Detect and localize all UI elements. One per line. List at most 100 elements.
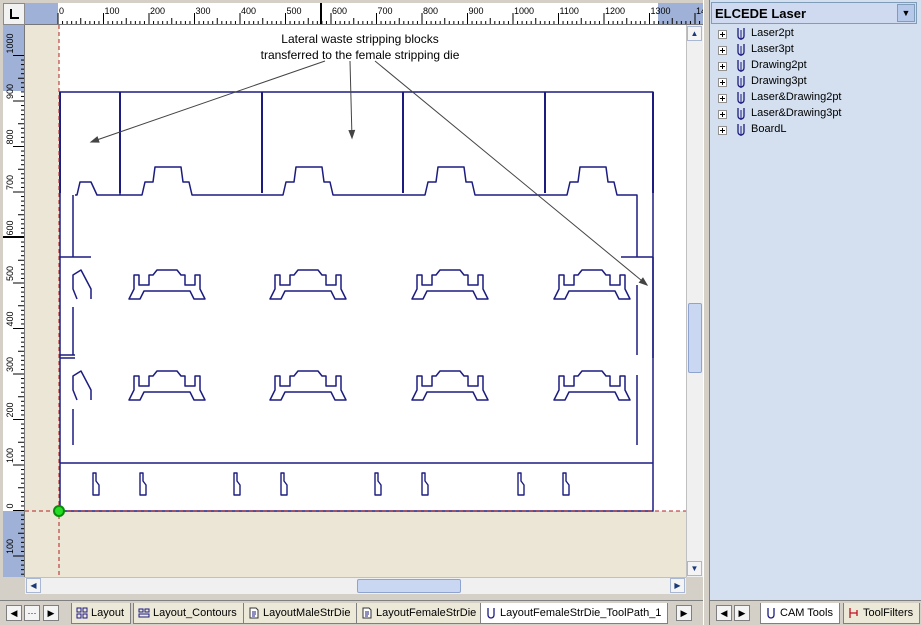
horizontal-scrollbar[interactable]: ◀ ▶ [25,577,686,594]
ruler-label: 200 [150,6,165,16]
document-icon [362,607,372,619]
tab-list-button[interactable]: ··· [24,605,40,621]
tree-item-label: Laser2pt [751,27,794,39]
expand-icon[interactable] [718,30,727,39]
bottom-slot [233,472,241,496]
expand-icon[interactable] [718,94,727,103]
window-row-upper [128,269,206,300]
expand-icon[interactable] [718,46,727,55]
tree-item-label: Laser3pt [751,43,794,55]
tab-layoutfemalestrdie[interactable]: LayoutFemaleStrDie [356,603,484,624]
toolpath-icon [487,608,495,619]
tool-tree: Laser2pt Laser3pt Drawing2pt Drawing3pt Lase… [712,26,918,138]
side-wall [72,195,638,257]
machine-selector[interactable]: ELCEDE Laser ▼ [711,2,917,24]
drawing-canvas[interactable]: Lateral waste stripping blocks transferr… [25,25,686,577]
layout-icon [76,607,88,619]
expand-icon[interactable] [718,126,727,135]
tree-item-label: Laser&Drawing3pt [751,107,842,119]
panel-splitter[interactable] [703,0,710,625]
tool-filters-icon [849,608,858,618]
die-layout-drawing [25,25,686,577]
annotation-arrow [349,60,353,139]
tab-label: Layout_Contours [153,607,237,619]
stripping-block [544,92,654,193]
tree-item[interactable]: Drawing3pt [712,74,918,90]
horizontal-ruler: 0 100 200 300 400 500 600 700 800 900 1000 1100 1200… [25,3,706,25]
ruler-label: 100 [105,6,120,16]
arrow-head [348,129,356,140]
ruler-label: 700 [5,175,15,190]
scroll-right-button[interactable]: ▶ [670,578,685,593]
ruler-label: 400 [5,311,15,326]
ruler-label: 1000 [5,33,15,53]
ruler-label: 600 [5,220,15,235]
expand-icon[interactable] [718,78,727,87]
ruler-label: 700 [378,6,393,16]
scroll-up-button[interactable]: ▲ [687,26,702,41]
row-divider [60,354,75,359]
scroll-down-button[interactable]: ▼ [687,561,702,576]
horizontal-scroll-thumb[interactable] [357,579,461,593]
vertical-scrollbar[interactable]: ▲ ▼ [686,25,703,577]
tree-item[interactable]: Drawing2pt [712,58,918,74]
ruler-label: 400 [241,6,256,16]
toolpath-icon [737,92,745,104]
tab-scroll-right-button[interactable]: ▶ [43,605,59,621]
tab-label: LayoutMaleStrDie [263,607,351,619]
contours-icon [138,608,150,618]
bottom-slot [92,472,100,496]
ruler-label: 800 [423,6,438,16]
tree-item[interactable]: BoardL [712,122,918,138]
tab-layoutfemalestrdie-toolpath-1[interactable]: LayoutFemaleStrDie_ToolPath_1 [480,603,669,624]
tab-layout-contours[interactable]: Layout_Contours [133,603,244,624]
panel-tab-left-button[interactable]: ◀ [716,605,732,621]
document-icon [249,607,259,619]
vertical-scroll-thumb[interactable] [688,303,702,373]
ruler-label: 200 [5,402,15,417]
tab-tool-filters[interactable]: ToolFilters [843,603,921,624]
ruler-label: 0 [5,503,15,508]
chevron-down-icon[interactable]: ▼ [897,4,915,22]
window-row-lower [411,370,489,401]
tab-label: Layout [91,607,125,619]
window-row-upper [553,269,631,300]
tab-cam-tools[interactable]: CAM Tools [760,603,840,624]
tab-next-button[interactable]: ▶ [676,605,692,621]
expand-icon[interactable] [718,110,727,119]
ruler-label: 500 [287,6,302,16]
tree-item[interactable]: Laser&Drawing2pt [712,90,918,106]
tree-item-label: Drawing2pt [751,59,807,71]
tree-item[interactable]: Laser2pt [712,26,918,42]
bottom-slot [421,472,429,496]
window-row-upper [411,269,489,300]
cam-tools-icon [767,608,775,619]
tree-item-label: Laser&Drawing2pt [751,91,842,103]
ruler-label: 900 [5,84,15,99]
app-window: 0 100 200 300 400 500 600 700 800 900 1000 1100 1200… [0,0,921,625]
bottom-slot [139,472,147,496]
ruler-units-corner[interactable] [3,3,25,25]
cam-tools-panel: ELCEDE Laser ▼ Laser2pt Laser3pt Drawing2p… [710,0,921,600]
window-row-lower [269,370,347,401]
ruler-label: 1100 [560,6,579,16]
tree-item[interactable]: Laser3pt [712,42,918,58]
window-row-lower-left [72,370,92,401]
annotation-line-1: Lateral waste stripping blocks [281,32,439,46]
tab-label: CAM Tools [780,607,833,619]
tree-item[interactable]: Laser&Drawing3pt [712,106,918,122]
vertical-ruler: 1000 900 800 700 600 500 400 300 200 100 0 100 [3,25,25,577]
window-row-upper [269,269,347,300]
tab-scroll-left-button[interactable]: ◀ [6,605,22,621]
ruler-label: 900 [469,6,484,16]
stripping-block [59,92,121,193]
expand-icon[interactable] [718,62,727,71]
annotation-line-2: transferred to the female stripping die [260,48,460,62]
scroll-left-button[interactable]: ◀ [26,578,41,593]
toolpath-icon [737,60,745,72]
right-rail [636,257,654,445]
ruler-label: 800 [5,129,15,144]
tab-layout[interactable]: Layout [71,603,132,624]
panel-tab-right-button[interactable]: ▶ [734,605,750,621]
tab-layoutmalestrdie[interactable]: LayoutMaleStrDie [243,603,358,624]
